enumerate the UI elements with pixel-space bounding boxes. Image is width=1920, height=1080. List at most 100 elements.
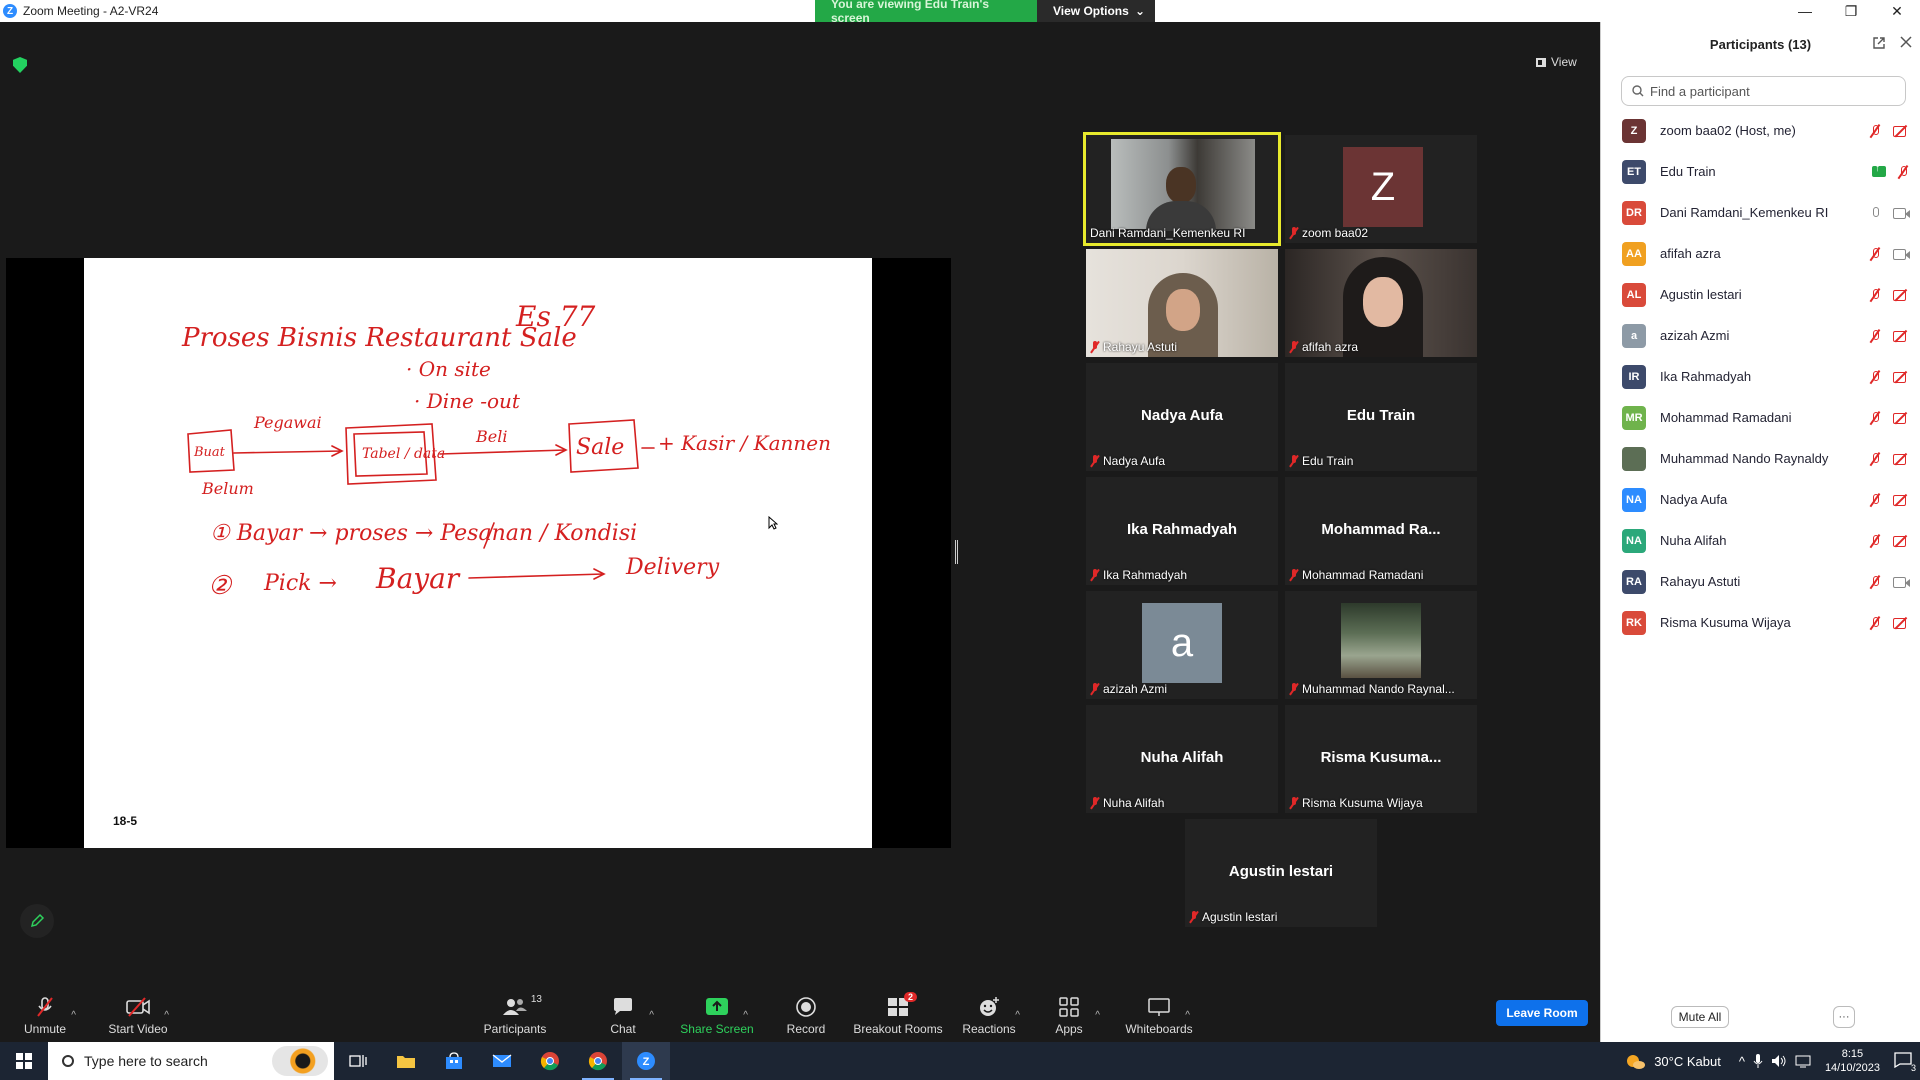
mic-muted-icon[interactable] [1868, 247, 1882, 261]
zoom-taskbar-button[interactable]: Z [622, 1042, 670, 1080]
camera-off-icon[interactable] [1892, 371, 1910, 383]
participant-row[interactable]: AL Agustin lestari [1601, 274, 1920, 315]
chat-button[interactable]: ^ Chat [608, 982, 654, 1042]
participant-row[interactable]: RA Rahayu Astuti [1601, 561, 1920, 602]
video-caret-icon[interactable]: ^ [164, 1010, 169, 1021]
participant-row[interactable]: ET Edu Train [1601, 151, 1920, 192]
camera-on-icon[interactable] [1892, 207, 1910, 219]
video-tile-risma[interactable]: Risma Kusuma... Risma Kusuma Wijaya [1285, 705, 1477, 813]
minimize-button[interactable]: — [1782, 0, 1828, 22]
weather-text[interactable]: 30°C Kabut [1654, 1054, 1721, 1069]
search-input[interactable] [1650, 83, 1900, 99]
mic-muted-icon[interactable] [1868, 575, 1882, 589]
participant-row[interactable]: RK Risma Kusuma Wijaya [1601, 602, 1920, 643]
notification-button[interactable]: 3 [1894, 1051, 1916, 1073]
chrome-button[interactable] [526, 1042, 574, 1080]
view-button[interactable]: View [1536, 55, 1577, 69]
chat-caret-icon[interactable]: ^ [649, 1010, 654, 1021]
more-options-button[interactable]: ··· [1833, 1006, 1855, 1028]
participant-row[interactable]: DR Dani Ramdani_Kemenkeu RI [1601, 192, 1920, 233]
share-caret-icon[interactable]: ^ [743, 1010, 748, 1021]
file-explorer-button[interactable] [382, 1042, 430, 1080]
mic-muted-icon[interactable] [1868, 452, 1882, 466]
close-icon[interactable] [1900, 36, 1912, 48]
video-tile-agustin[interactable]: Agustin lestari Agustin lestari [1185, 819, 1377, 927]
video-tile-zoom-baa02[interactable]: Z zoom baa02 [1285, 135, 1477, 243]
participant-row[interactable]: NA Nuha Alifah [1601, 520, 1920, 561]
video-tile-mohammad[interactable]: Mohammad Ra... Mohammad Ramadani [1285, 477, 1477, 585]
camera-off-icon[interactable] [1892, 453, 1910, 465]
mic-muted-icon[interactable] [1868, 329, 1882, 343]
participants-button[interactable]: 13 Participants [480, 982, 550, 1042]
participant-row[interactable]: Zzoom baa02 (Host, me) [1601, 110, 1920, 151]
video-tile-nando[interactable]: Muhammad Nando Raynal... [1285, 591, 1477, 699]
mic-muted-icon[interactable] [1868, 124, 1882, 138]
video-tile-azizah[interactable]: a azizah Azmi [1086, 591, 1278, 699]
annotate-button[interactable] [20, 904, 54, 938]
start-button[interactable] [0, 1042, 48, 1080]
task-view-button[interactable] [334, 1042, 382, 1080]
breakout-rooms-button[interactable]: 2 Breakout Rooms [852, 982, 944, 1042]
camera-off-icon[interactable] [1892, 494, 1910, 506]
resize-divider-handle[interactable] [955, 540, 958, 564]
chevron-up-icon[interactable]: ^ [1739, 1054, 1745, 1069]
mute-all-button[interactable]: Mute All [1671, 1006, 1729, 1028]
camera-off-icon[interactable] [1892, 125, 1910, 137]
participant-row[interactable]: a azizah Azmi [1601, 315, 1920, 356]
participant-search[interactable] [1621, 76, 1906, 106]
clock[interactable]: 8:15 14/10/2023 [1825, 1047, 1880, 1075]
mic-muted-icon[interactable] [1868, 534, 1882, 548]
mic-on-icon[interactable] [1868, 206, 1882, 220]
camera-off-icon[interactable] [1892, 412, 1910, 424]
close-button[interactable]: ✕ [1874, 0, 1920, 22]
participant-row[interactable]: IR Ika Rahmadyah [1601, 356, 1920, 397]
participant-row[interactable]: AA afifah azra [1601, 233, 1920, 274]
mic-muted-icon[interactable] [1868, 493, 1882, 507]
share-screen-button[interactable]: ^ Share Screen [680, 982, 754, 1042]
camera-off-icon[interactable] [1892, 535, 1910, 547]
mail-button[interactable] [478, 1042, 526, 1080]
participant-row[interactable]: MR Mohammad Ramadani [1601, 397, 1920, 438]
volume-icon[interactable] [1771, 1054, 1787, 1068]
store-button[interactable] [430, 1042, 478, 1080]
whiteboards-caret-icon[interactable]: ^ [1185, 1010, 1190, 1021]
video-tile-afifah[interactable]: afifah azra [1285, 249, 1477, 357]
video-tile-nuha[interactable]: Nuha Alifah Nuha Alifah [1086, 705, 1278, 813]
microphone-icon[interactable] [1753, 1053, 1763, 1069]
record-button[interactable]: Record [784, 982, 828, 1042]
video-tile-rahayu[interactable]: Rahayu Astuti [1086, 249, 1278, 357]
camera-on-icon[interactable] [1892, 248, 1910, 260]
participant-row[interactable]: Muhammad Nando Raynaldy [1601, 438, 1920, 479]
mic-muted-icon[interactable] [1896, 165, 1910, 179]
leave-room-button[interactable]: Leave Room [1496, 1000, 1588, 1026]
camera-off-icon[interactable] [1892, 617, 1910, 629]
reactions-button[interactable]: ^ Reactions [962, 982, 1020, 1042]
video-tile-nadya[interactable]: Nadya Aufa Nadya Aufa [1086, 363, 1278, 471]
screen-share-icon[interactable] [1872, 163, 1886, 177]
pop-out-icon[interactable] [1872, 36, 1886, 50]
restore-button[interactable]: ❐ [1828, 0, 1874, 22]
view-options-button[interactable]: View Options ⌄ [1037, 0, 1155, 22]
network-icon[interactable] [1795, 1054, 1811, 1068]
camera-on-icon[interactable] [1892, 576, 1910, 588]
video-tile-edu-train[interactable]: Edu Train Edu Train [1285, 363, 1477, 471]
security-shield-icon[interactable] [13, 57, 27, 73]
participant-row[interactable]: NA Nadya Aufa [1601, 479, 1920, 520]
unmute-caret-icon[interactable]: ^ [71, 1010, 76, 1021]
mic-muted-icon[interactable] [1868, 288, 1882, 302]
unmute-button[interactable]: ^ Unmute [22, 982, 76, 1042]
camera-off-icon[interactable] [1892, 289, 1910, 301]
camera-off-icon[interactable] [1892, 330, 1910, 342]
mic-muted-icon[interactable] [1868, 411, 1882, 425]
mic-muted-icon[interactable] [1868, 370, 1882, 384]
start-video-button[interactable]: ^ Start Video [108, 982, 169, 1042]
mic-muted-icon[interactable] [1868, 616, 1882, 630]
video-tile-ika[interactable]: Ika Rahmadyah Ika Rahmadyah [1086, 477, 1278, 585]
reactions-caret-icon[interactable]: ^ [1015, 1010, 1020, 1021]
apps-caret-icon[interactable]: ^ [1095, 1010, 1100, 1021]
apps-button[interactable]: ^ Apps [1054, 982, 1100, 1042]
chrome-profile-button[interactable] [574, 1042, 622, 1080]
whiteboards-button[interactable]: ^ Whiteboards [1124, 982, 1194, 1042]
video-tile-dani[interactable]: Dani Ramdani_Kemenkeu RI [1083, 132, 1281, 246]
taskbar-search[interactable]: Type here to search [48, 1042, 334, 1080]
